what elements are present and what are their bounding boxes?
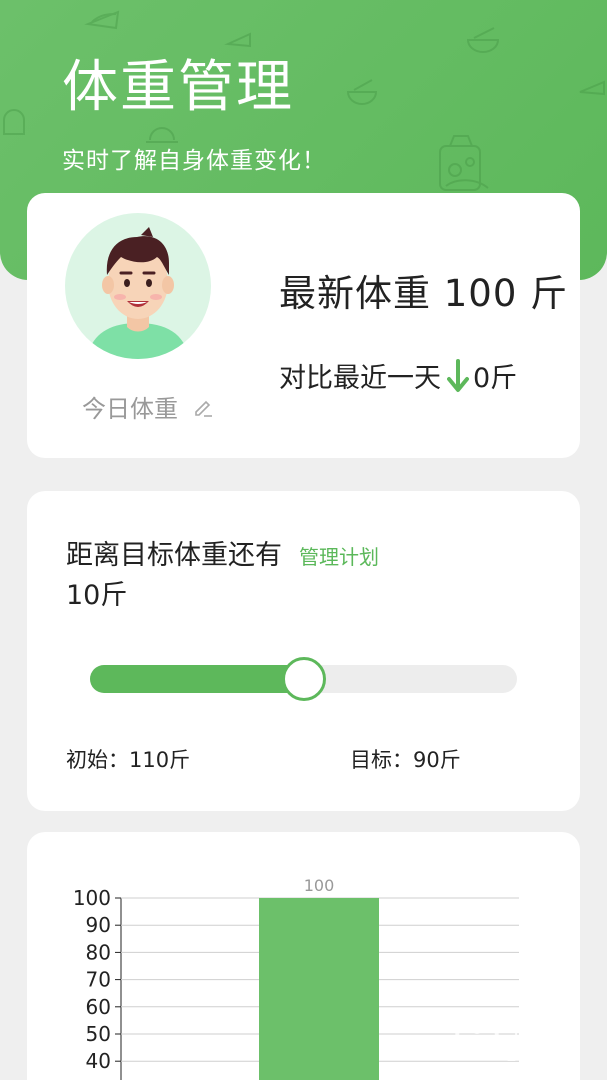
arrow-down-icon xyxy=(447,358,469,392)
latest-weight: 最新体重 100 斤 xyxy=(279,272,569,315)
start-weight-label: 初始：110斤 xyxy=(66,748,191,772)
goal-card: 距离目标体重还有 管理计划 10斤 初始：110斤 目标：90斤 xyxy=(27,491,580,811)
remaining-weight: 10斤 xyxy=(66,580,128,611)
y-tick-label: 50 xyxy=(86,1022,111,1046)
weight-summary-card: 今日体重 最新体重 100 斤 对比最近一天 0斤 xyxy=(27,193,580,458)
compare-label: 对比最近一天 xyxy=(279,363,441,394)
target-weight-label: 目标：90斤 xyxy=(350,748,461,772)
watermark-brand: 七叶子 xyxy=(507,1017,579,1045)
y-tick-label: 80 xyxy=(86,940,111,964)
y-tick-label: 70 xyxy=(86,968,111,992)
pencil-icon xyxy=(195,400,212,417)
today-weight-edit[interactable]: 今日体重 xyxy=(82,389,214,424)
compare-row: 对比最近一天 0斤 xyxy=(279,356,517,395)
page-title: 体重管理 xyxy=(62,55,294,120)
compare-value: 0斤 xyxy=(473,363,518,394)
y-tick-label: 100 xyxy=(73,886,111,910)
watermark-domain: ZYZ.COM xyxy=(507,1050,581,1065)
goal-progress-fill xyxy=(90,665,304,693)
y-tick-label: 30 xyxy=(86,1076,111,1080)
y-tick-label: 40 xyxy=(86,1049,111,1073)
watermark-logo: 七叶子 ZYZ.COM xyxy=(449,1003,599,1073)
goal-header: 距离目标体重还有 管理计划 xyxy=(66,533,379,572)
avatar xyxy=(65,213,211,359)
bar xyxy=(259,898,379,1080)
today-weight-label: 今日体重 xyxy=(82,395,178,423)
manage-plan-link[interactable]: 管理计划 xyxy=(299,541,379,570)
y-tick-label: 90 xyxy=(86,913,111,937)
goal-label: 距离目标体重还有 xyxy=(66,540,282,571)
goal-progress-knob[interactable] xyxy=(281,657,326,701)
goal-progress-track xyxy=(90,657,517,701)
y-tick-label: 60 xyxy=(86,995,111,1019)
page-subtitle: 实时了解自身体重变化！ xyxy=(62,148,326,174)
bar-data-label: 100 xyxy=(304,876,335,895)
